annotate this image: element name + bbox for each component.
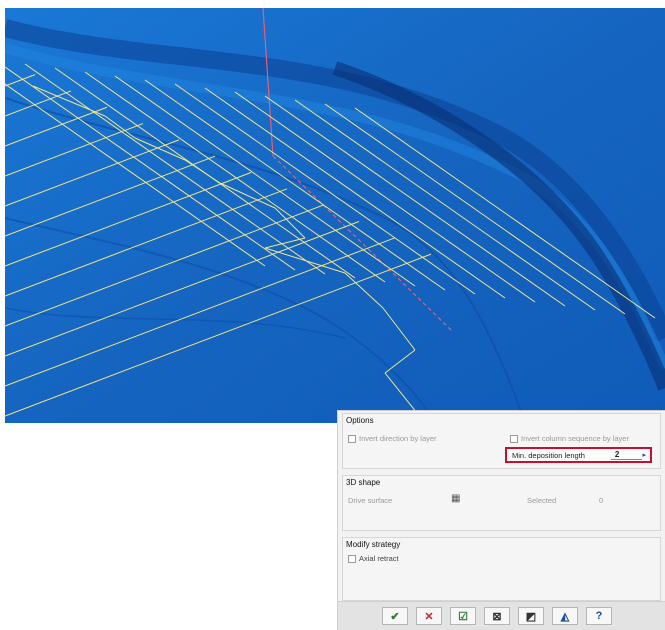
- save-icon: ◩: [525, 610, 537, 623]
- check-icon: ✔: [390, 610, 400, 623]
- reset-button[interactable]: ⊠: [484, 607, 510, 625]
- selected-label: Selected: [527, 496, 557, 505]
- checkbox-icon: [348, 434, 356, 443]
- drive-surface-label: Drive surface: [348, 496, 393, 505]
- modify-strategy-group: Modify strategy Axial retract: [342, 537, 661, 601]
- 3d-shape-title: 3D shape: [346, 478, 381, 487]
- simulate-icon: ◭: [560, 610, 570, 623]
- select-surface-icon[interactable]: ▦: [451, 493, 460, 504]
- 3d-viewport[interactable]: [5, 8, 665, 423]
- 3d-shape-group: 3D shape Drive surface ▦ Selected 0: [342, 475, 661, 531]
- invert-column-checkbox[interactable]: Invert column sequence by layer: [510, 434, 629, 443]
- checkbox-icon: [348, 554, 356, 563]
- axial-retract-checkbox[interactable]: Axial retract: [348, 554, 399, 563]
- invert-column-label: Invert column sequence by layer: [521, 434, 629, 443]
- checkbox-icon: [510, 434, 518, 443]
- min-deposition-label: Min. deposition length: [512, 450, 585, 460]
- ok-button[interactable]: ✔: [382, 607, 408, 625]
- invert-direction-checkbox[interactable]: Invert direction by layer: [348, 434, 437, 443]
- help-icon: ?: [595, 610, 603, 622]
- invert-direction-label: Invert direction by layer: [359, 434, 437, 443]
- options-title: Options: [346, 416, 374, 425]
- surface-view: [5, 8, 665, 423]
- save-button[interactable]: ◩: [518, 607, 544, 625]
- preview-check-icon: ☑: [458, 610, 468, 623]
- reset-icon: ⊠: [492, 610, 502, 623]
- options-group: Options Invert direction by layer Invert…: [342, 413, 661, 469]
- axial-retract-label: Axial retract: [359, 554, 399, 563]
- spin-arrow-icon[interactable]: ▸: [642, 451, 646, 459]
- min-deposition-field: Min. deposition length 2 ▸: [505, 447, 652, 463]
- simulate-button[interactable]: ◭: [552, 607, 578, 625]
- selected-count: 0: [599, 496, 604, 505]
- x-icon: ✕: [424, 610, 434, 623]
- dialog-button-bar: ✔ ✕ ☑ ⊠ ◩ ◭?: [338, 601, 665, 630]
- modify-strategy-title: Modify strategy: [346, 540, 401, 549]
- accept-preview-button[interactable]: ☑: [450, 607, 476, 625]
- min-deposition-input[interactable]: 2: [610, 450, 643, 460]
- strategy-panel: Options Invert direction by layer Invert…: [337, 410, 665, 630]
- help-button[interactable]: ?: [586, 607, 612, 625]
- cancel-button[interactable]: ✕: [416, 607, 442, 625]
